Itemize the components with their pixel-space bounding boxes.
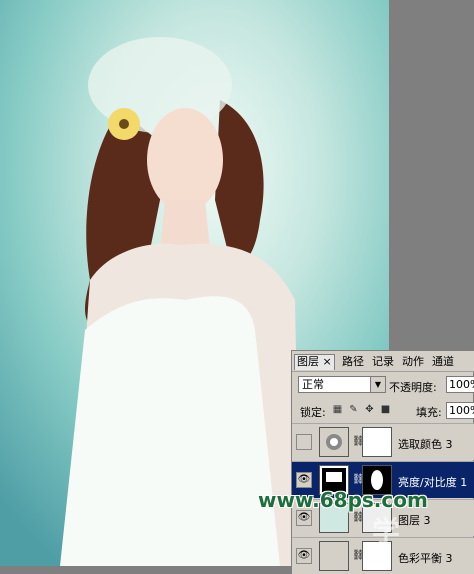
opacity-input[interactable]: 100%: [446, 376, 474, 393]
link-icon: ⛓: [352, 550, 365, 561]
layer-name: 色彩平衡 3: [398, 552, 453, 565]
tab-layers[interactable]: 图层 ×: [294, 354, 335, 370]
lock-row: 锁定: ▦ ✎ ✥ ■ 填充: 100%: [292, 399, 474, 421]
lock-label: 锁定:: [300, 406, 326, 419]
lock-all-icon[interactable]: ■: [380, 404, 391, 415]
blend-row: 正常 ▼ 不透明度: 100%: [292, 373, 474, 397]
panel-tabs: 图层 × 路径 记录 动作 通道: [292, 351, 474, 372]
fill-input[interactable]: 100%: [446, 402, 474, 419]
adjustment-thumb: [319, 427, 349, 457]
blend-mode-select[interactable]: 正常 ▼: [298, 376, 386, 393]
tab-channels[interactable]: 通道: [432, 355, 454, 371]
tab-history[interactable]: 记录: [372, 355, 394, 371]
layer-row[interactable]: ⛓ 选取颜色 3: [292, 423, 474, 460]
watermark-text: www.68ps.com: [258, 488, 428, 512]
adjustment-thumb: [319, 541, 349, 571]
layer-name: 图层 3: [398, 514, 431, 527]
eye-icon[interactable]: 👁: [296, 548, 312, 564]
layer-name: 选取颜色 3: [398, 438, 453, 451]
tab-paths[interactable]: 路径: [342, 355, 364, 371]
lock-transparent-icon[interactable]: ▦: [332, 404, 343, 415]
link-icon: ⛓: [352, 474, 365, 485]
tab-actions[interactable]: 动作: [402, 355, 424, 371]
visibility-toggle[interactable]: [296, 434, 312, 450]
close-tab-icon[interactable]: ×: [323, 355, 332, 368]
eye-icon[interactable]: 👁: [296, 510, 312, 526]
fill-label: 填充:: [416, 406, 442, 419]
mask-thumb: [362, 427, 392, 457]
lock-move-icon[interactable]: ✥: [364, 404, 375, 415]
watermark-logo: 学: [372, 515, 401, 548]
eye-icon[interactable]: 👁: [296, 472, 312, 488]
link-icon: ⛓: [352, 512, 365, 523]
lock-brush-icon[interactable]: ✎: [348, 404, 359, 415]
chevron-down-icon[interactable]: ▼: [370, 377, 385, 392]
link-icon: ⛓: [352, 436, 365, 447]
opacity-label: 不透明度:: [389, 381, 437, 394]
